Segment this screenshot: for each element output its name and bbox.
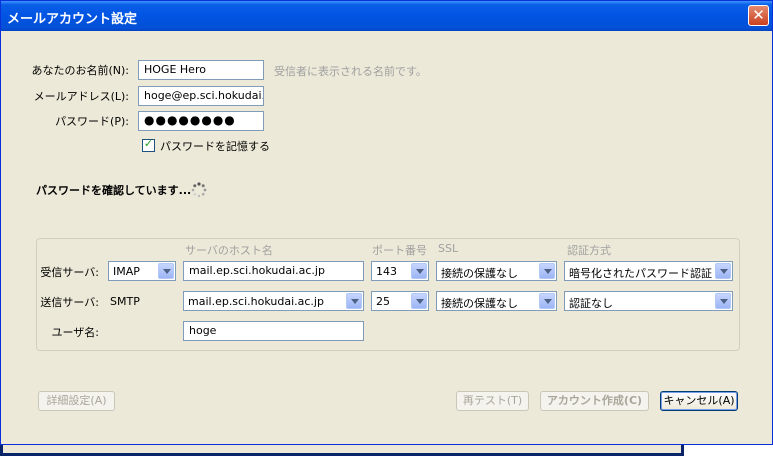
remember-password-label: パスワードを記憶する xyxy=(160,140,270,153)
mail-account-dialog: メールアカウント設定 ✕ あなたのお名前(N): HOGE Hero 受信者に表… xyxy=(0,0,773,445)
incoming-protocol-select[interactable]: IMAP xyxy=(108,261,176,281)
incoming-ssl-value: 接続の保護なし xyxy=(441,267,518,280)
outgoing-host-value: mail.ep.sci.hokudai.ac.jp xyxy=(188,295,324,308)
window-title: メールアカウント設定 xyxy=(7,12,138,27)
outgoing-port-value: 25 xyxy=(376,295,390,308)
ssl-column-header: SSL xyxy=(438,242,459,255)
chevron-down-icon xyxy=(411,293,427,309)
incoming-host-input[interactable]: mail.ep.sci.hokudai.ac.jp xyxy=(183,261,364,281)
username-label: ユーザ名: xyxy=(51,326,100,339)
outgoing-auth-select[interactable]: 認証なし xyxy=(564,291,733,311)
close-icon: ✕ xyxy=(752,6,765,24)
outgoing-auth-value: 認証なし xyxy=(569,297,613,310)
title-bar: メールアカウント設定 ✕ xyxy=(1,1,772,31)
outgoing-ssl-value: 接続の保護なし xyxy=(441,297,518,310)
incoming-ssl-select[interactable]: 接続の保護なし xyxy=(436,261,557,281)
incoming-server-label: 受信サーバ: xyxy=(40,266,99,279)
chevron-down-icon xyxy=(346,293,362,309)
incoming-auth-select[interactable]: 暗号化されたパスワード認証 xyxy=(564,261,733,281)
name-hint: 受信者に表示される名前です。 xyxy=(274,65,427,78)
incoming-port-value: 143 xyxy=(376,265,397,278)
outgoing-protocol-value: SMTP xyxy=(110,295,140,308)
remember-password-checkbox[interactable]: ✓ xyxy=(142,137,155,152)
name-input[interactable]: HOGE Hero xyxy=(138,60,264,80)
outgoing-port-select[interactable]: 25 xyxy=(371,291,429,311)
port-column-header: ポート番号 xyxy=(372,244,427,257)
chevron-down-icon xyxy=(715,263,731,279)
outgoing-host-select[interactable]: mail.ep.sci.hokudai.ac.jp xyxy=(183,291,364,311)
password-label: パスワード(P): xyxy=(55,115,129,128)
advanced-settings-button[interactable]: 詳細設定(A) xyxy=(38,391,115,411)
email-input[interactable]: hoge@ep.sci.hokudai.ac. xyxy=(138,86,264,106)
incoming-protocol-value: IMAP xyxy=(113,265,140,278)
auth-column-header: 認証方式 xyxy=(567,244,611,257)
username-input[interactable]: hoge xyxy=(183,321,364,341)
incoming-auth-value: 暗号化されたパスワード認証 xyxy=(569,267,712,280)
cancel-button[interactable]: キャンセル(A) xyxy=(660,391,738,411)
close-button[interactable]: ✕ xyxy=(748,5,769,26)
email-label: メールアドレス(L): xyxy=(33,90,129,103)
chevron-down-icon xyxy=(539,293,555,309)
incoming-port-select[interactable]: 143 xyxy=(371,261,429,281)
status-text: パスワードを確認しています... xyxy=(36,184,192,197)
create-account-button[interactable]: アカウント作成(C) xyxy=(540,391,649,411)
chevron-down-icon xyxy=(411,263,427,279)
checkmark-icon: ✓ xyxy=(143,137,154,150)
retest-button[interactable]: 再テスト(T) xyxy=(456,391,529,411)
chevron-down-icon xyxy=(539,263,555,279)
chevron-down-icon xyxy=(715,293,731,309)
outgoing-server-label: 送信サーバ: xyxy=(40,296,99,309)
name-label: あなたのお名前(N): xyxy=(31,64,129,77)
loading-spinner-icon xyxy=(191,182,207,198)
outgoing-ssl-select[interactable]: 接続の保護なし xyxy=(436,291,557,311)
chevron-down-icon xyxy=(158,263,174,279)
password-input[interactable]: ●●●●●●●● xyxy=(138,111,264,131)
host-column-header: サーバのホスト名 xyxy=(185,244,273,257)
